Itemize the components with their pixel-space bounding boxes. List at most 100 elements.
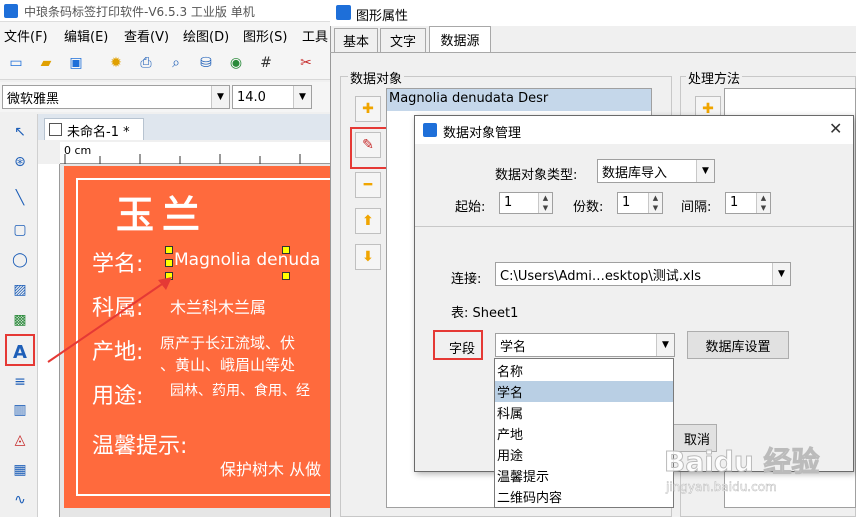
chevron-down-icon: ▼: [656, 334, 674, 356]
add-data-object-button[interactable]: ✚: [355, 96, 381, 122]
cut-icon[interactable]: ✂: [296, 53, 316, 73]
ellipse-tool-icon[interactable]: ◯: [8, 248, 32, 272]
label-value-use: 园林、药用、食用、经: [170, 383, 310, 399]
tab-datasource[interactable]: 数据源: [429, 26, 491, 52]
print-preview-icon[interactable]: ⌕: [166, 53, 186, 73]
field-select[interactable]: 学名 ▼: [495, 333, 675, 357]
connection-select[interactable]: C:\Users\Admi…esktop\测试.xls ▼: [495, 262, 791, 286]
interval-label: 间隔:: [681, 200, 712, 215]
image-tool-icon[interactable]: ▨: [8, 278, 32, 302]
interval-spinner[interactable]: 1 ▲ ▼: [725, 192, 771, 214]
chevron-down-icon: ▼: [772, 263, 790, 285]
label-value-latin[interactable]: Magnolia denuda: [172, 250, 322, 270]
field-dropdown-list[interactable]: 名称 学名 科属 产地 用途 温馨提示 二维码内容: [494, 358, 674, 508]
document-tab-label: 未命名-1 *: [67, 125, 130, 140]
start-label: 起始:: [455, 200, 486, 215]
spin-down-icon[interactable]: ▼: [757, 203, 770, 213]
font-size-select[interactable]: 14.0 ▼: [232, 85, 312, 109]
menu-draw[interactable]: 绘图(D): [183, 26, 229, 45]
label-value-family: 木兰科木兰属: [170, 298, 267, 317]
rounded-rect-tool-icon[interactable]: ▢: [8, 218, 32, 242]
resize-handle[interactable]: [282, 246, 290, 254]
settings-gear-icon[interactable]: ✹: [106, 53, 126, 73]
resize-handle[interactable]: [282, 272, 290, 280]
field-option[interactable]: 用途: [495, 444, 673, 465]
field-option[interactable]: 名称: [495, 360, 673, 381]
move-down-button[interactable]: ⬇: [355, 244, 381, 270]
copies-spinner[interactable]: 1 ▲ ▼: [617, 192, 663, 214]
shape-tool-icon[interactable]: ◬: [8, 428, 32, 452]
field-option[interactable]: 温馨提示: [495, 465, 673, 486]
menu-shape[interactable]: 图形(S): [243, 26, 287, 45]
copies-label: 份数:: [573, 200, 604, 215]
document-tab[interactable]: 未命名-1 *: [44, 118, 144, 140]
resize-handle[interactable]: [165, 246, 173, 254]
move-up-button[interactable]: ⬆: [355, 208, 381, 234]
paragraph-tool-icon[interactable]: ≡: [8, 370, 32, 394]
save-icon[interactable]: ▣: [66, 53, 86, 73]
field-option[interactable]: 二维码内容: [495, 486, 673, 507]
qrcode-tool-icon[interactable]: ▦: [8, 458, 32, 482]
label-key-use: 用途:: [92, 384, 144, 409]
dialog-logo-icon: [423, 123, 437, 137]
menu-edit[interactable]: 编辑(E): [64, 26, 108, 45]
database-icon[interactable]: ⛁: [196, 53, 216, 73]
font-family-select[interactable]: 微软雅黑 ▼: [2, 85, 230, 109]
spinner-arrows[interactable]: ▲ ▼: [538, 193, 552, 213]
text-tool-highlight: [5, 334, 35, 366]
manager-title-bar: 数据对象管理 ✕: [415, 116, 853, 144]
watermark-url: jingyan.baidu.com: [666, 480, 777, 495]
label-value-tip: 保护树木 从做: [220, 460, 322, 479]
spin-up-icon[interactable]: ▲: [757, 193, 770, 203]
field-option-selected[interactable]: 学名: [495, 381, 673, 402]
type-select[interactable]: 数据库导入 ▼: [597, 159, 715, 183]
spin-up-icon[interactable]: ▲: [649, 193, 662, 203]
select-arrow-icon[interactable]: ↖: [8, 120, 32, 144]
new-file-icon[interactable]: ▭: [6, 53, 26, 73]
print-icon[interactable]: ⎙: [136, 53, 156, 73]
start-spinner[interactable]: 1 ▲ ▼: [499, 192, 553, 214]
curve-tool-icon[interactable]: ∿: [8, 488, 32, 512]
grid-icon[interactable]: #: [256, 53, 276, 73]
picture-tool-icon[interactable]: ▩: [8, 308, 32, 332]
edit-button-highlight: [350, 127, 388, 169]
label-value-origin: 原产于长江流域、伏: [160, 334, 296, 352]
menu-view[interactable]: 查看(V): [124, 26, 169, 45]
interval-value: 1: [730, 195, 739, 210]
zoom-icon[interactable]: ⊛: [8, 150, 32, 174]
watermark-text: Baidu 经验: [664, 445, 821, 479]
type-label: 数据对象类型:: [495, 168, 578, 183]
close-icon[interactable]: ✕: [829, 119, 842, 138]
tab-basic[interactable]: 基本: [334, 28, 378, 52]
spinner-arrows[interactable]: ▲ ▼: [648, 193, 662, 213]
spin-up-icon[interactable]: ▲: [539, 193, 552, 203]
database-settings-icon[interactable]: ◉: [226, 53, 246, 73]
label-key-tip: 温馨提示:: [92, 434, 188, 459]
remove-data-object-button[interactable]: ━: [355, 172, 381, 198]
properties-title-bar: 图形属性: [330, 0, 856, 26]
connection-value: C:\Users\Admi…esktop\测试.xls: [500, 268, 702, 284]
barcode-tool-icon[interactable]: ▥: [8, 398, 32, 422]
spin-down-icon[interactable]: ▼: [649, 203, 662, 213]
menu-tools[interactable]: 工具: [302, 26, 328, 45]
open-folder-icon[interactable]: ▰: [36, 53, 56, 73]
menu-bar: 文件(F) 编辑(E) 查看(V) 绘图(D) 图形(S) 工具: [0, 22, 330, 46]
field-option[interactable]: 科属: [495, 402, 673, 423]
connection-label: 连接:: [451, 272, 482, 287]
line-tool-icon[interactable]: ╲: [8, 186, 32, 210]
baidu-watermark: Baidu 经验 jingyan.baidu.com: [656, 420, 856, 517]
spin-down-icon[interactable]: ▼: [539, 203, 552, 213]
main-toolbar: ▭ ▰ ▣ ✹ ⎙ ⌕ ⛁ ◉ # ✂: [0, 46, 330, 80]
database-settings-button[interactable]: 数据库设置: [687, 331, 789, 359]
resize-handle[interactable]: [165, 259, 173, 267]
data-object-item[interactable]: Magnolia denudata Desr: [387, 89, 651, 111]
app-title: 中琅条码标签打印软件-V6.5.3 工业版 单机: [24, 5, 255, 19]
app-logo-icon: [4, 4, 18, 18]
label-heading: 玉兰: [116, 193, 209, 237]
field-option[interactable]: 产地: [495, 423, 673, 444]
spinner-arrows[interactable]: ▲ ▼: [756, 193, 770, 213]
tab-text[interactable]: 文字: [380, 28, 426, 52]
label-value-origin-2: 、黄山、峨眉山等处: [160, 356, 296, 374]
divider: [415, 226, 853, 227]
menu-file[interactable]: 文件(F): [4, 26, 48, 45]
